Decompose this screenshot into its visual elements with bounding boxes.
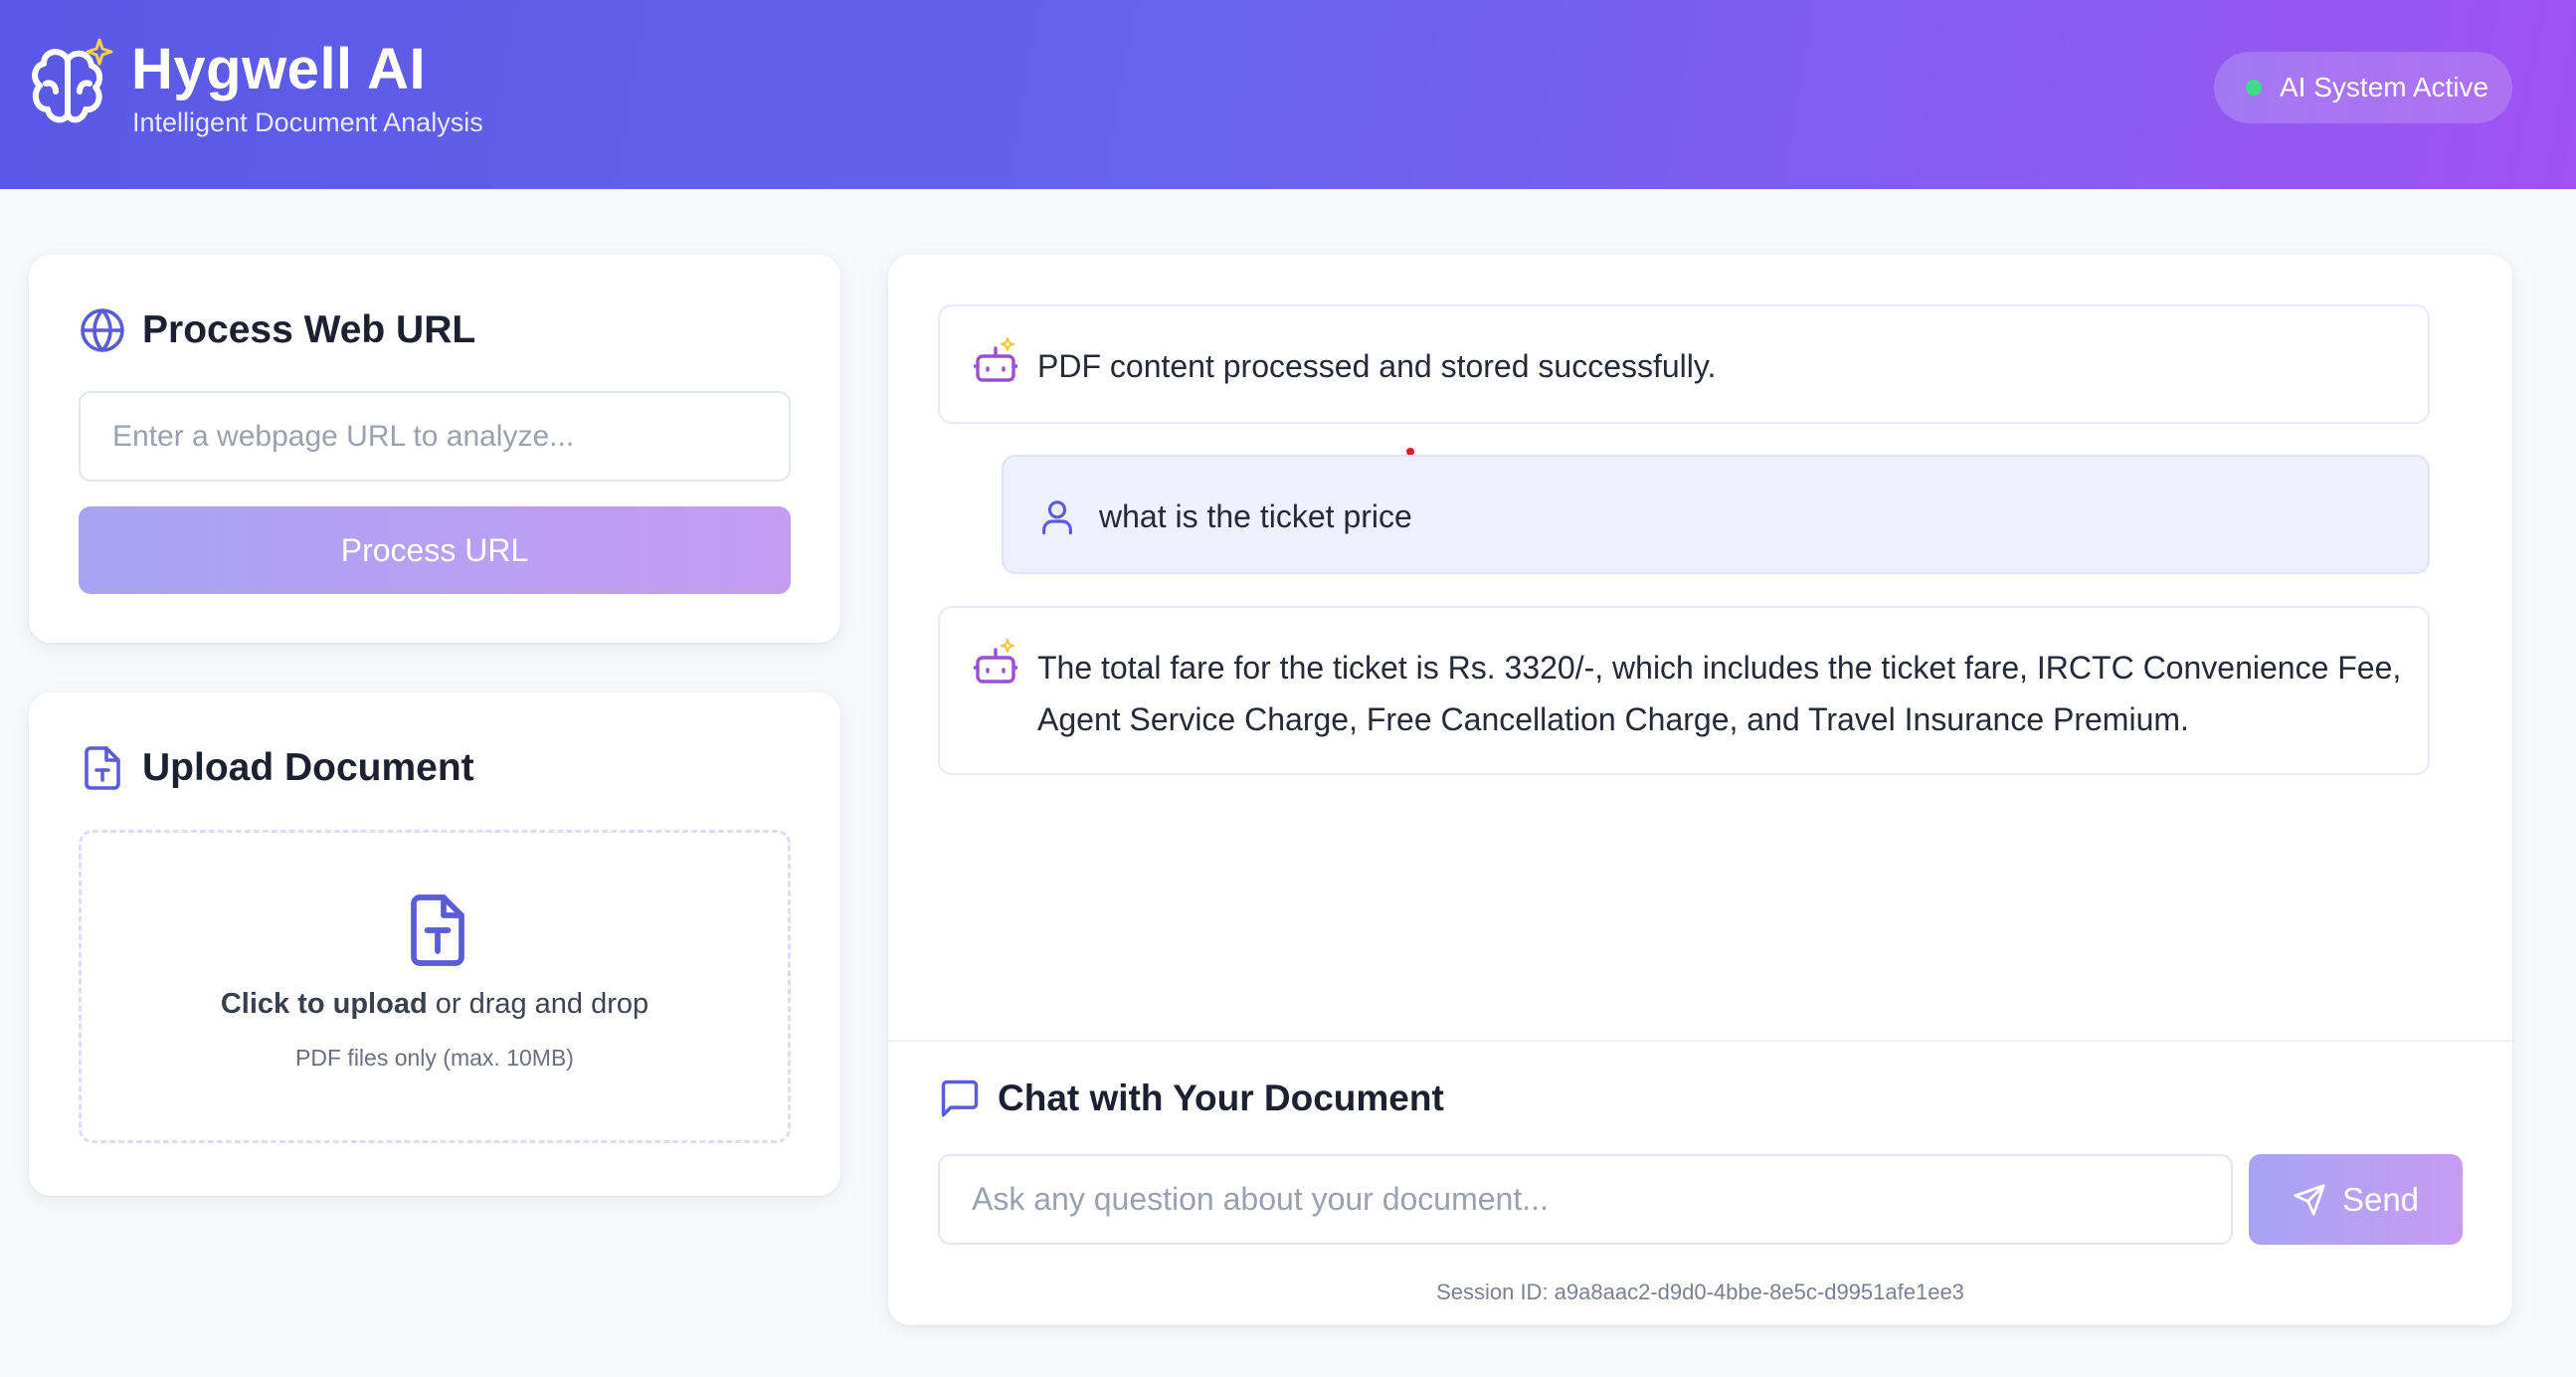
user-message: what is the ticket price [1002, 455, 2430, 574]
user-icon [1042, 500, 1072, 535]
globe-icon [81, 308, 124, 352]
message-square-icon [941, 1080, 979, 1117]
drag-drop-text: or drag and drop [427, 988, 649, 1020]
upload-panel-title: Upload Document [142, 746, 474, 789]
app-subtitle: Intelligent Document Analysis [132, 107, 483, 137]
status-dot-icon [2246, 80, 2262, 96]
bot-message: PDF content processed and stored success… [938, 304, 2430, 456]
session-id: Session ID: a9a8aac2-d9d0-4bbe-8e5c-d995… [1436, 1279, 1964, 1304]
url-panel: Process Web URL Process URL [29, 255, 840, 643]
message-text: The total fare for the ticket is Rs. 332… [1037, 650, 2402, 737]
url-panel-heading: Process Web URL [79, 306, 475, 354]
file-upload-icon [411, 894, 464, 966]
upload-dropzone[interactable]: Click to upload or drag and drop PDF fil… [79, 830, 791, 1143]
app-header: Hygwell AI Intelligent Document Analysis… [0, 0, 2576, 189]
send-icon [2294, 1183, 2325, 1216]
chat-title: Chat with Your Document [998, 1078, 1444, 1118]
upload-panel-heading: Upload Document [79, 744, 474, 792]
chat-panel: PDF content processed and stored success… [888, 255, 2512, 1325]
brain-sparkle-icon [32, 38, 113, 123]
bot-icon [974, 639, 1017, 684]
bot-icon [974, 337, 1017, 382]
file-type-icon [85, 746, 120, 790]
url-input[interactable] [79, 391, 791, 482]
message-text: what is the ticket price [1099, 498, 1412, 534]
status-text: AI System Active [2280, 72, 2489, 102]
chat-heading: Chat with Your Document [938, 1077, 1444, 1120]
send-button[interactable]: Send [2249, 1154, 2463, 1245]
upload-instruction: Click to upload or drag and drop [82, 988, 788, 1021]
upload-panel: Upload Document Click to upload or drag … [29, 692, 840, 1196]
upload-hint: PDF files only (max. 10MB) [295, 1045, 574, 1071]
app-title: Hygwell AI [131, 37, 427, 101]
click-to-upload-link[interactable]: Click to upload [221, 988, 428, 1020]
bot-message: The total fare for the ticket is Rs. 332… [938, 606, 2430, 775]
message-text: PDF content processed and stored success… [1037, 348, 1717, 384]
divider [888, 1040, 2512, 1042]
send-label: Send [2341, 1180, 2420, 1218]
status-badge: AI System Active [2214, 52, 2512, 123]
url-panel-title: Process Web URL [142, 308, 476, 351]
process-url-button[interactable]: Process URL [79, 506, 791, 594]
chat-input[interactable] [938, 1154, 2233, 1245]
